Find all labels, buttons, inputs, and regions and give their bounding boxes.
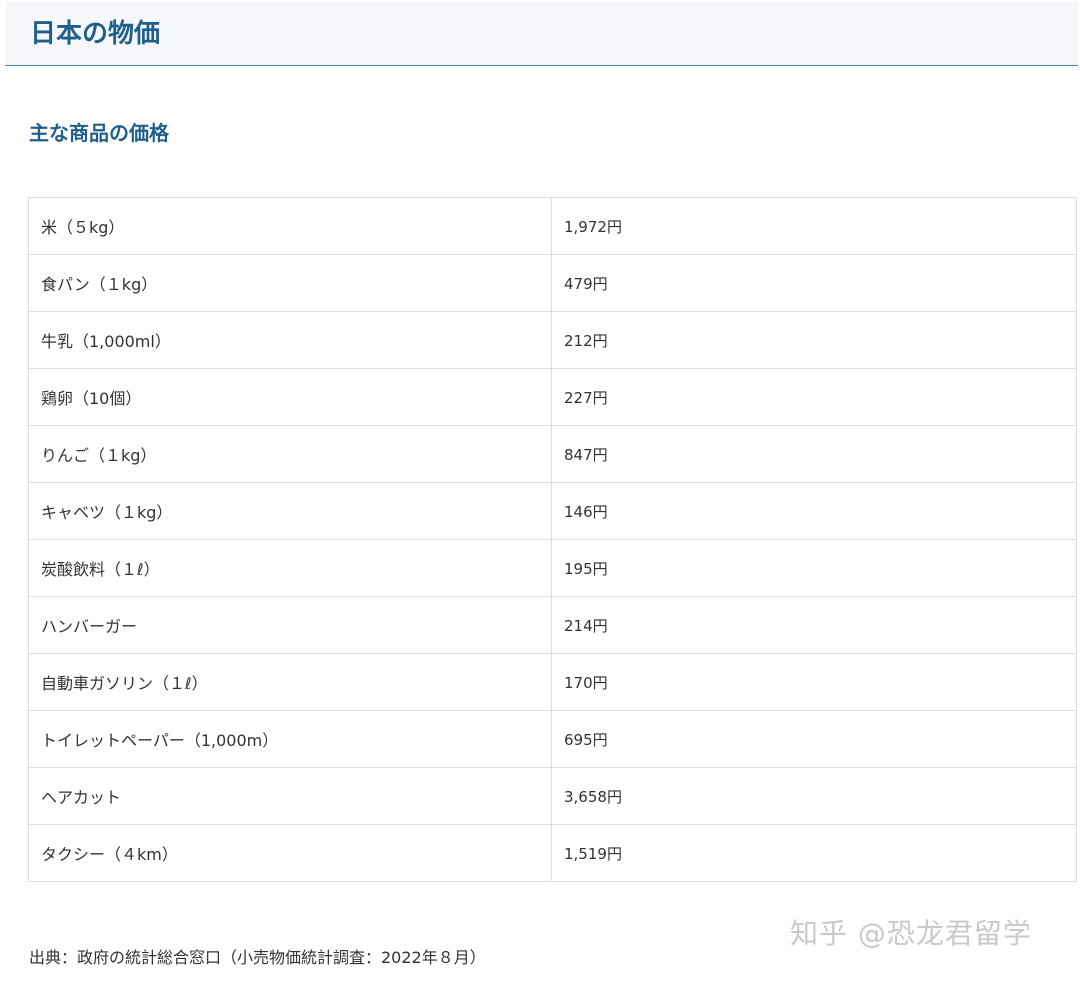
item-cell: りんご（１kg） — [28, 425, 552, 483]
item-cell: 鶏卵（10個） — [28, 368, 552, 426]
table-row: 米（５kg） 1,972円 — [28, 197, 1077, 255]
item-cell: 牛乳（1,000ml） — [28, 311, 552, 369]
price-table: 米（５kg） 1,972円 食パン（１kg） 479円 牛乳（1,000ml） … — [28, 197, 1077, 882]
table-row: 牛乳（1,000ml） 212円 — [28, 311, 1077, 369]
price-cell: 3,658円 — [551, 767, 1077, 825]
price-cell: 195円 — [551, 539, 1077, 597]
watermark: 知乎 @恐龙君留学 — [790, 917, 1032, 950]
table-row: タクシー（４km） 1,519円 — [28, 824, 1077, 882]
item-cell: 食パン（１kg） — [28, 254, 552, 312]
price-cell: 212円 — [551, 311, 1077, 369]
page-header: 日本の物価 — [5, 2, 1078, 66]
table-row: 自動車ガソリン（１ℓ） 170円 — [28, 653, 1077, 711]
price-cell: 227円 — [551, 368, 1077, 426]
item-cell: キャベツ（１kg） — [28, 482, 552, 540]
table-row: 鶏卵（10個） 227円 — [28, 368, 1077, 426]
section-heading: 主な商品の価格 — [29, 121, 169, 145]
price-cell: 1,519円 — [551, 824, 1077, 882]
page-title: 日本の物価 — [30, 19, 161, 49]
item-cell: 米（５kg） — [28, 197, 552, 255]
item-cell: 自動車ガソリン（１ℓ） — [28, 653, 552, 711]
table-row: トイレットペーパー（1,000m） 695円 — [28, 710, 1077, 768]
table-row: りんご（１kg） 847円 — [28, 425, 1077, 483]
price-cell: 479円 — [551, 254, 1077, 312]
source-note: 出典：政府の統計総合窓口（小売物価統計調査：2022年８月） — [29, 948, 486, 967]
price-cell: 214円 — [551, 596, 1077, 654]
page: 日本の物価 主な商品の価格 米（５kg） 1,972円 食パン（１kg） 479… — [0, 0, 1080, 981]
price-cell: 1,972円 — [551, 197, 1077, 255]
table-row: キャベツ（１kg） 146円 — [28, 482, 1077, 540]
price-cell: 146円 — [551, 482, 1077, 540]
price-cell: 695円 — [551, 710, 1077, 768]
table-row: ハンバーガー 214円 — [28, 596, 1077, 654]
table-row: 炭酸飲料（１ℓ） 195円 — [28, 539, 1077, 597]
item-cell: タクシー（４km） — [28, 824, 552, 882]
item-cell: ヘアカット — [28, 767, 552, 825]
table-row: 食パン（１kg） 479円 — [28, 254, 1077, 312]
price-cell: 847円 — [551, 425, 1077, 483]
item-cell: ハンバーガー — [28, 596, 552, 654]
item-cell: 炭酸飲料（１ℓ） — [28, 539, 552, 597]
item-cell: トイレットペーパー（1,000m） — [28, 710, 552, 768]
price-cell: 170円 — [551, 653, 1077, 711]
table-row: ヘアカット 3,658円 — [28, 767, 1077, 825]
